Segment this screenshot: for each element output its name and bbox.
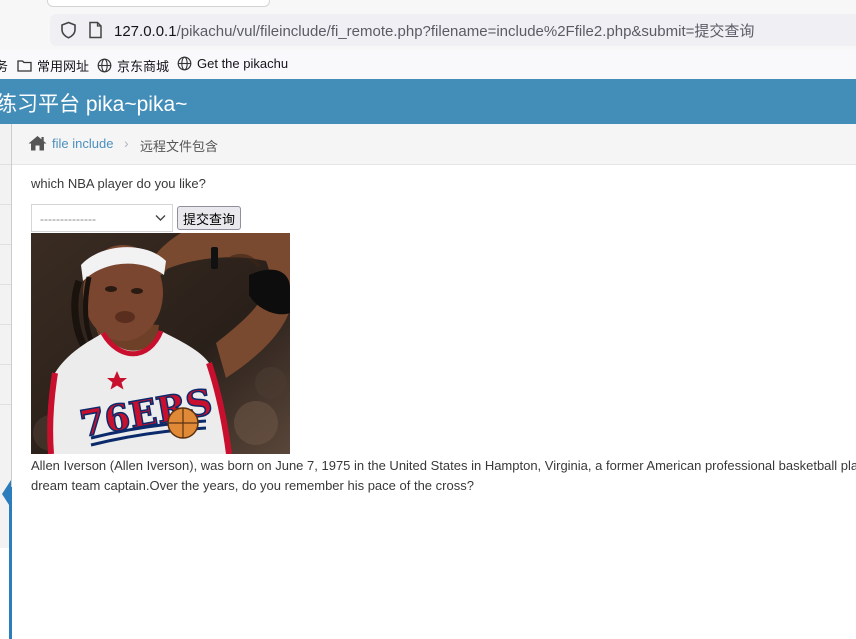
sidebar-divider [0, 364, 11, 365]
player-select[interactable]: -------------- [31, 204, 173, 232]
bookmark-label: 常用网址 [37, 59, 90, 74]
bookmark-label: Get the pikachu [197, 56, 289, 71]
player-photo: 76ERS [31, 233, 290, 454]
site-header: 练习平台 pika~pika~ [0, 79, 856, 124]
question-label: which NBA player do you like? [31, 176, 206, 191]
url-text[interactable]: 127.0.0.1/pikachu/vul/fileinclude/fi_rem… [114, 20, 754, 41]
bookmarks-bar: 务 常用网址 京东商城 Get the pikachu [0, 50, 856, 79]
breadcrumb-current: 远程文件包含 [140, 139, 219, 154]
home-icon[interactable] [28, 135, 47, 151]
description-line-1: Allen Iverson (Allen Iverson), was born … [31, 458, 856, 473]
chevron-down-icon [155, 215, 166, 221]
chevron-right-icon: › [124, 135, 129, 151]
globe-icon [177, 56, 192, 71]
sidebar-divider [0, 404, 11, 405]
sidebar-divider [0, 164, 11, 165]
url-host: 127.0.0.1 [114, 23, 177, 40]
sidebar-divider [0, 244, 11, 245]
bookmark-cut-off[interactable]: 务 [0, 56, 8, 75]
page-icon [89, 21, 102, 39]
breadcrumb: file include › 远程文件包含 [12, 124, 856, 165]
folder-icon [17, 60, 32, 72]
site-brand[interactable]: 练习平台 pika~pika~ [0, 88, 187, 118]
url-path: /pikachu/vul/fileinclude/fi_remote.php?f… [176, 23, 755, 40]
shield-icon[interactable] [60, 21, 77, 39]
breadcrumb-link-file-include[interactable]: file include [52, 136, 113, 151]
browser-tab[interactable] [47, 0, 270, 7]
bookmark-folder-common[interactable]: 常用网址 [17, 56, 89, 75]
browser-toolbar: 127.0.0.1/pikachu/vul/fileinclude/fi_rem… [0, 0, 856, 50]
sidebar-divider [0, 324, 11, 325]
sidebar-divider [0, 204, 11, 205]
sidebar-divider [0, 284, 11, 285]
sidebar-active-indicator [9, 487, 12, 639]
sidebar-active-arrow-icon [2, 480, 11, 508]
select-value: -------------- [40, 212, 96, 226]
description-line-2: dream team captain.Over the years, do yo… [31, 478, 474, 493]
bookmark-jd[interactable]: 京东商城 [97, 56, 169, 75]
bookmark-label: 京东商城 [117, 59, 170, 74]
player-description: Allen Iverson (Allen Iverson), was born … [31, 456, 856, 496]
bookmark-label: 务 [0, 59, 9, 74]
bookmark-pikachu[interactable]: Get the pikachu [177, 56, 288, 71]
globe-icon [97, 58, 112, 73]
submit-button[interactable]: 提交查询 [177, 206, 241, 230]
